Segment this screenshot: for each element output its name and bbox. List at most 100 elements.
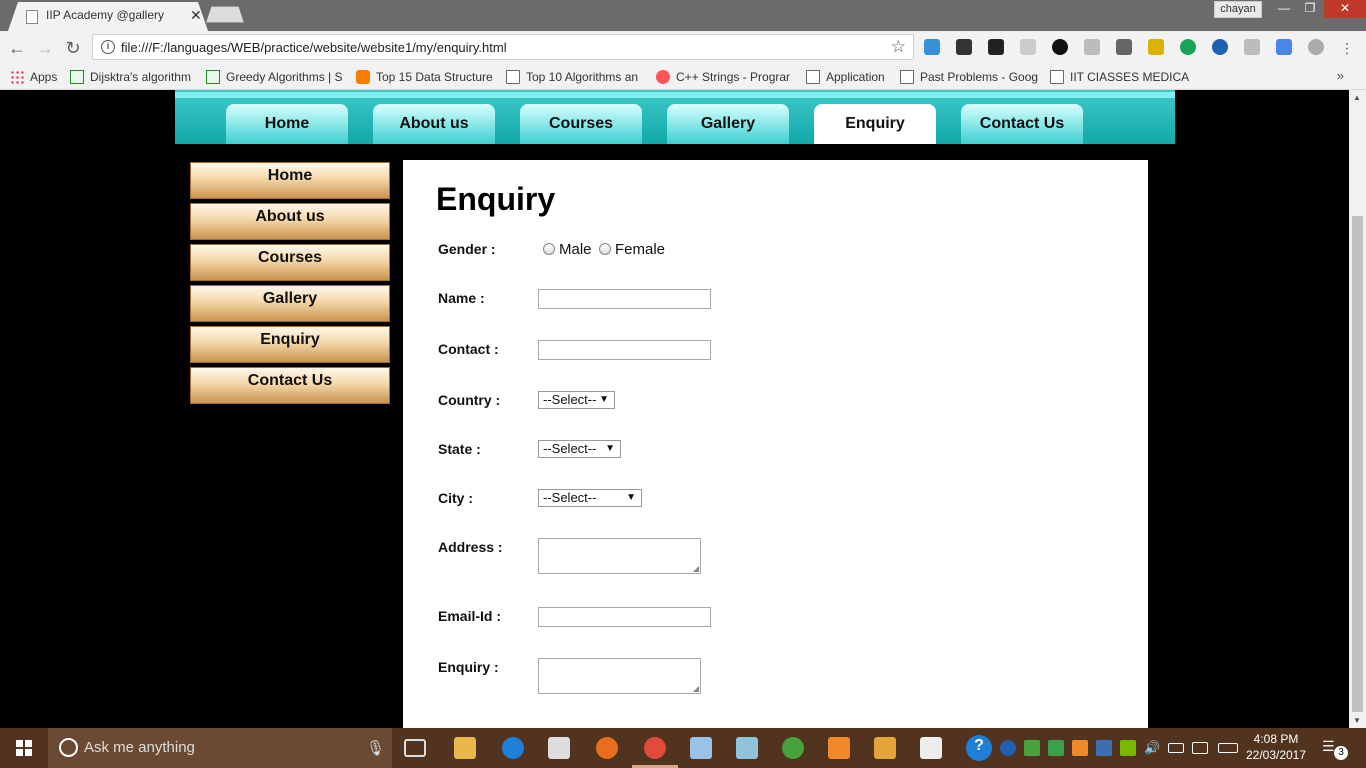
extension-icon[interactable] [1212, 39, 1228, 55]
side-nav-courses[interactable]: Courses [190, 244, 390, 281]
extension-icon[interactable] [956, 39, 972, 55]
address-bar[interactable]: i file:///F:/languages/WEB/practice/webs… [92, 34, 914, 60]
extension-icon[interactable] [1084, 39, 1100, 55]
bookmark-item[interactable]: Application [806, 68, 896, 86]
side-nav-gallery[interactable]: Gallery [190, 285, 390, 322]
email-input[interactable] [538, 607, 711, 627]
file-explorer-icon[interactable] [454, 737, 476, 759]
store-icon[interactable] [548, 737, 570, 759]
media-player-icon[interactable] [874, 737, 896, 759]
side-nav-about[interactable]: About us [190, 203, 390, 240]
microphone-icon[interactable]: 🎙 [366, 739, 385, 757]
back-icon[interactable]: ← [6, 37, 28, 59]
bookmark-item[interactable]: Past Problems - Goog [900, 68, 1040, 86]
keyboard-icon[interactable] [1218, 743, 1238, 753]
photos-icon[interactable] [920, 737, 942, 759]
bookmark-item[interactable]: C++ Strings - Prograr [656, 68, 794, 86]
bookmark-item[interactable]: Dijsktra's algorithm [70, 68, 198, 86]
top-nav-courses[interactable]: Courses [520, 104, 642, 144]
bookmark-item[interactable]: Greedy Algorithms | S [206, 68, 344, 86]
top-nav-gallery[interactable]: Gallery [667, 104, 789, 144]
resize-grip-icon[interactable]: ◢ [693, 684, 699, 693]
help-icon[interactable]: ? [966, 735, 992, 761]
tab-close-icon[interactable]: ✕ [190, 7, 202, 24]
country-select[interactable]: --Select-- ▼ [538, 391, 615, 409]
scroll-up-icon[interactable]: ▲ [1353, 93, 1361, 102]
enquiry-textarea[interactable]: ◢ [538, 658, 701, 694]
forward-icon[interactable]: → [34, 37, 56, 59]
edge-icon[interactable] [502, 737, 524, 759]
new-tab-button[interactable] [206, 6, 244, 23]
windows-logo-icon [16, 740, 32, 756]
resize-grip-icon[interactable]: ◢ [693, 564, 699, 573]
gender-female-radio[interactable] [599, 243, 611, 255]
minimize-icon[interactable]: — [1270, 0, 1298, 18]
bookmarks-overflow-icon[interactable]: » [1337, 68, 1344, 83]
extension-icon[interactable] [1148, 39, 1164, 55]
app-icon[interactable] [690, 737, 712, 759]
volume-icon[interactable]: 🔊 [1144, 740, 1160, 756]
address-textarea[interactable]: ◢ [538, 538, 701, 574]
url-text[interactable]: file:///F:/languages/WEB/practice/websit… [121, 40, 507, 55]
app-icon[interactable] [782, 737, 804, 759]
tray-icon[interactable] [1000, 740, 1016, 756]
page-scrollbar[interactable]: ▲ ▼ [1349, 90, 1366, 728]
extension-icon[interactable] [1244, 39, 1260, 55]
gender-male-label[interactable]: Male [559, 241, 592, 258]
extension-icon[interactable] [1308, 39, 1324, 55]
side-nav-contact[interactable]: Contact Us [190, 367, 390, 404]
network-icon[interactable] [1192, 742, 1208, 754]
action-center-icon[interactable]: ☰ 3 [1322, 738, 1348, 760]
start-button[interactable] [0, 728, 48, 768]
contact-input[interactable] [538, 340, 711, 360]
top-nav-enquiry[interactable]: Enquiry [814, 104, 936, 144]
browser-tab[interactable]: IIP Academy @gallery ✕ [8, 2, 208, 31]
extension-icon[interactable] [1020, 39, 1036, 55]
extension-icon[interactable] [1052, 39, 1068, 55]
city-select[interactable]: --Select-- ▼ [538, 489, 642, 507]
firefox-icon[interactable] [596, 737, 618, 759]
tray-icon[interactable] [1024, 740, 1040, 756]
bookmark-item[interactable]: IIT CIASSES MEDICAL [1050, 68, 1190, 86]
side-nav-enquiry[interactable]: Enquiry [190, 326, 390, 363]
top-nav-contact[interactable]: Contact Us [961, 104, 1083, 144]
xampp-icon[interactable] [828, 737, 850, 759]
gender-female-label[interactable]: Female [615, 241, 665, 258]
extension-icon[interactable] [924, 39, 940, 55]
profile-button[interactable]: chayan [1214, 1, 1262, 18]
page-favicon-icon [26, 10, 38, 24]
cortana-search-box[interactable]: Ask me anything 🎙 [48, 728, 392, 768]
app-icon[interactable] [736, 737, 758, 759]
translate-icon[interactable] [1276, 39, 1292, 55]
name-input[interactable] [538, 289, 711, 309]
grammarly-icon[interactable] [1180, 39, 1196, 55]
site-info-icon[interactable]: i [101, 40, 115, 54]
top-navigation: Home About us Courses Gallery Enquiry Co… [175, 90, 1175, 144]
menu-icon[interactable]: ⋮ [1336, 37, 1358, 59]
state-select[interactable]: --Select-- ▼ [538, 440, 621, 458]
tray-icon[interactable] [1072, 740, 1088, 756]
blogger-icon [356, 70, 370, 84]
top-nav-home[interactable]: Home [226, 104, 348, 144]
tray-icon[interactable] [1096, 740, 1112, 756]
battery-icon[interactable] [1168, 743, 1184, 753]
tray-icon[interactable] [1048, 740, 1064, 756]
window-close-icon[interactable]: ✕ [1324, 0, 1366, 18]
task-view-icon[interactable] [404, 739, 426, 757]
side-nav-home[interactable]: Home [190, 162, 390, 199]
scroll-down-icon[interactable]: ▼ [1353, 716, 1361, 725]
chrome-icon[interactable] [644, 737, 666, 759]
gender-male-radio[interactable] [543, 243, 555, 255]
bookmark-item[interactable]: Top 10 Algorithms an [506, 68, 644, 86]
puzzle-icon[interactable] [1116, 39, 1132, 55]
system-clock[interactable]: 4:08 PM 22/03/2017 [1244, 731, 1308, 763]
extension-icon[interactable] [988, 39, 1004, 55]
bookmark-item[interactable]: Top 15 Data Structure [356, 68, 494, 86]
bookmark-star-icon[interactable]: ☆ [891, 37, 906, 57]
reload-icon[interactable]: ↻ [62, 37, 84, 59]
bookmark-apps[interactable]: Apps [10, 68, 65, 86]
restore-icon[interactable]: ❐ [1296, 0, 1324, 18]
top-nav-about[interactable]: About us [373, 104, 495, 144]
scrollbar-thumb[interactable] [1352, 216, 1363, 712]
nvidia-icon[interactable] [1120, 740, 1136, 756]
